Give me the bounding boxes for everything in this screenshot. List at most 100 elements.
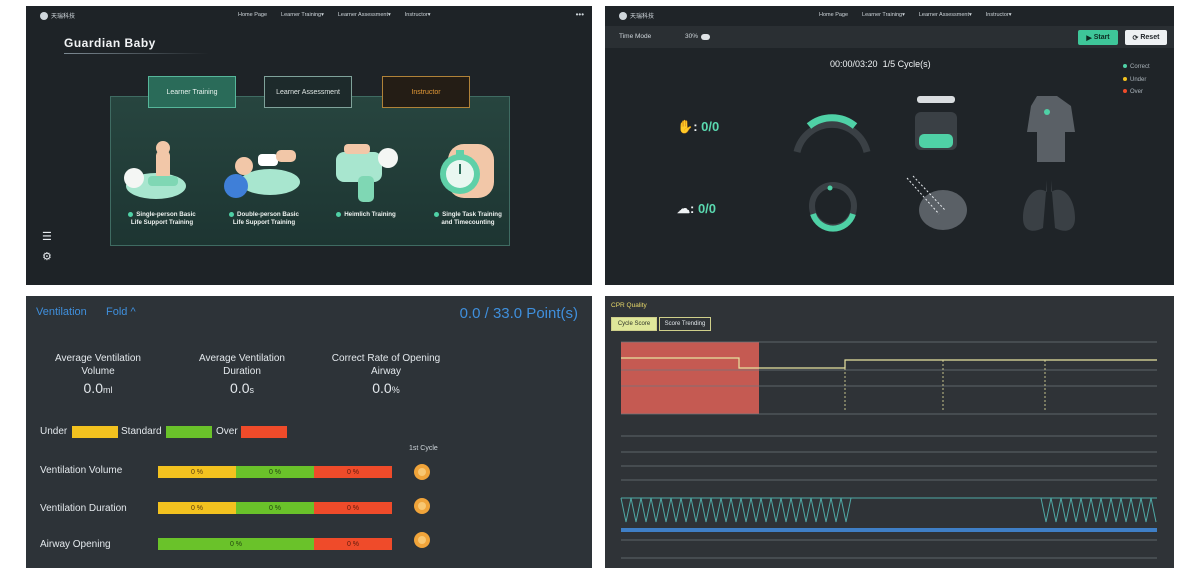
- metric-label-line1: Average Ventilation: [199, 353, 285, 364]
- more-icon[interactable]: •••: [576, 10, 584, 19]
- over-dot-icon: [1123, 89, 1127, 94]
- gear-icon[interactable]: ⚙: [42, 250, 52, 263]
- row-label-volume: Ventilation Volume: [40, 465, 123, 476]
- card-single-task[interactable]: Single Task Training and Timecounting: [418, 136, 518, 236]
- legend-over-label: Over: [216, 426, 238, 437]
- correct-dot-icon: [1123, 64, 1127, 69]
- ventilation-bar: [621, 528, 1157, 532]
- under-swatch: [72, 426, 118, 438]
- timer-value: 00:00/03:20: [830, 59, 878, 69]
- airway-over-bar: 0 %: [314, 538, 392, 550]
- nav-home[interactable]: Home Page: [238, 12, 267, 18]
- volume-over-bar: 0 %: [314, 466, 392, 478]
- body-torso-icon: [1027, 96, 1075, 162]
- tab-instructor[interactable]: Instructor: [382, 76, 470, 108]
- legend-under-label: Under: [40, 426, 68, 437]
- nav-instructor[interactable]: Instructor▾: [405, 12, 431, 18]
- legend-over: Over: [1130, 89, 1144, 95]
- reset-icon: ⟳: [1132, 34, 1141, 42]
- card-label-line2: Life Support Training: [130, 219, 194, 226]
- compression-wave-end: [1040, 497, 1157, 523]
- card-heimlich[interactable]: Heimlich Training: [316, 136, 416, 236]
- metric-label-line2: Volume: [81, 366, 115, 377]
- double-cpr-icon: [224, 150, 300, 198]
- card-label-line1: Double-person Basic: [237, 211, 299, 218]
- over-swatch: [241, 426, 287, 438]
- metric-label-line2: Airway: [370, 366, 401, 377]
- time-mode-label: Time Mode: [619, 33, 652, 40]
- ventilation-report-panel: Ventilation Fold ^ 0.0 / 33.0 Point(s) A…: [26, 296, 592, 568]
- tab-learner-training[interactable]: Learner Training: [148, 76, 236, 108]
- smiley-icon: [414, 532, 430, 548]
- metric-unit: %: [391, 385, 400, 395]
- nav-learner-training[interactable]: Learner Training▾: [862, 12, 905, 18]
- ventilation-gauge: [809, 182, 857, 232]
- duration-over-bar: 0 %: [314, 502, 392, 514]
- card-double-person-bls[interactable]: Double-person Basic Life Support Training: [214, 136, 314, 236]
- cycle-label: Cycle(s): [897, 59, 931, 69]
- nav-home[interactable]: Home Page: [819, 12, 848, 18]
- bullet-icon: [434, 211, 440, 217]
- legend-under: Under: [1130, 76, 1147, 83]
- nav-learner-assessment[interactable]: Learner Assessment▾: [338, 12, 391, 18]
- play-icon: ▶: [1086, 34, 1094, 42]
- compression-score: ✋: 0/0: [677, 119, 720, 134]
- single-cpr-icon: [124, 141, 186, 199]
- hand-icon: ✋: [677, 119, 694, 134]
- metric-unit: s: [249, 385, 254, 395]
- logo-text: 天瑞科技: [630, 14, 655, 20]
- card-label-line1: Single Task Training: [442, 211, 502, 218]
- lungs-icon: ☁: [677, 201, 690, 216]
- airway-standard-bar: 0 %: [158, 538, 314, 550]
- card-label-line1: Heimlich Training: [344, 211, 396, 218]
- compression-depth-indicator: [915, 96, 957, 150]
- start-button[interactable]: ▶ Start: [1078, 30, 1118, 45]
- metric-airway-rate: Correct Rate of Opening Airway 0.0%: [316, 352, 456, 397]
- top-navigation: 天瑞科技 Home Page Learner Training▾ Learner…: [605, 6, 1174, 26]
- fold-toggle[interactable]: Fold ^: [106, 306, 136, 318]
- time-mode-toggle[interactable]: [701, 34, 710, 40]
- duration-standard-bar: 0 %: [236, 502, 314, 514]
- compression-wave: [620, 497, 852, 523]
- page-title: Guardian Baby: [64, 36, 156, 50]
- volume-under-bar: 0 %: [158, 466, 236, 478]
- nav-instructor[interactable]: Instructor▾: [986, 12, 1012, 18]
- metric-label-line2: Duration: [223, 366, 261, 377]
- top-navigation: 天瑞科技 Home Page Learner Training▾ Learner…: [26, 6, 592, 26]
- legend-standard-label: Standard: [121, 426, 162, 437]
- training-session-panel: 天瑞科技 Home Page Learner Training▾ Learner…: [605, 6, 1174, 285]
- reset-label: Reset: [1140, 34, 1160, 41]
- card-single-person-bls[interactable]: Single-person Basic Life Support Training: [112, 136, 212, 236]
- metric-avg-duration: Average Ventilation Duration 0.0s: [172, 352, 312, 397]
- nav-learner-training[interactable]: Learner Training▾: [281, 12, 324, 18]
- cpr-quality-panel: CPR Quality Cycle Score Score Trending: [605, 296, 1174, 568]
- smiley-icon: [414, 498, 430, 514]
- card-label-line2: Life Support Training: [232, 219, 296, 226]
- ventilation-score: ☁: 0/0: [677, 201, 717, 216]
- airway-head-icon: [906, 175, 967, 230]
- cycle-value: 1/5: [882, 59, 896, 69]
- bullet-icon: [336, 211, 342, 217]
- logo-text: 天瑞科技: [51, 14, 76, 20]
- menu-icon[interactable]: ☰: [42, 230, 52, 243]
- bullet-icon: [229, 211, 235, 217]
- under-dot-icon: [1123, 76, 1127, 81]
- metric-value: 0.0: [372, 380, 392, 396]
- stopwatch-icon: [440, 144, 494, 198]
- metric-label-line1: Average Ventilation: [55, 353, 141, 364]
- standard-swatch: [166, 426, 212, 438]
- compression-gauge: [793, 114, 871, 153]
- tab-learner-assessment[interactable]: Learner Assessment: [264, 76, 352, 108]
- duration-under-bar: 0 %: [158, 502, 236, 514]
- legend-correct: Correct: [1130, 64, 1150, 70]
- metric-avg-volume: Average Ventilation Volume 0.0ml: [28, 352, 168, 397]
- reset-button[interactable]: ⟳ Reset: [1125, 30, 1167, 45]
- ventilation-score-value: 0/0: [697, 201, 717, 216]
- time-mode-value: 30%: [685, 33, 699, 40]
- logo-icon: [619, 11, 627, 20]
- title-underline: [64, 53, 209, 54]
- logo: 天瑞科技: [40, 11, 75, 20]
- status-legend: Correct Under Over: [1123, 61, 1150, 99]
- card-label-line2: and Timecounting: [441, 219, 495, 226]
- nav-learner-assessment[interactable]: Learner Assessment▾: [919, 12, 972, 18]
